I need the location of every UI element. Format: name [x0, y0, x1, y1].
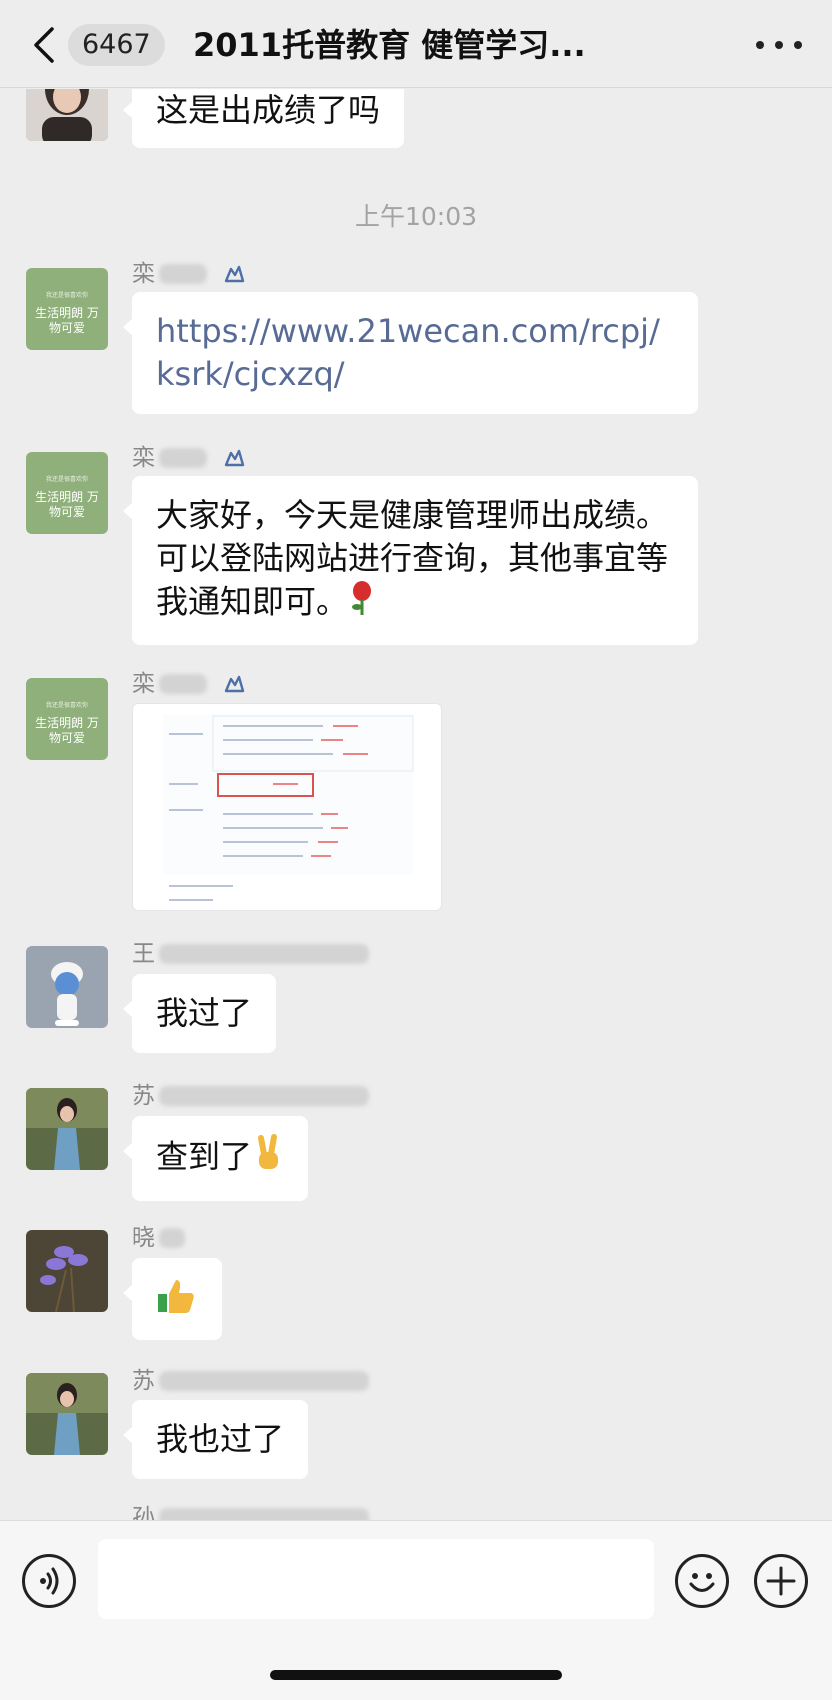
sender-name: 栾	[132, 443, 247, 473]
member-icon	[224, 449, 245, 467]
avatar[interactable]	[26, 1230, 108, 1312]
sender-name: 栾	[132, 259, 247, 289]
sender-name: 王	[132, 939, 369, 969]
chat-header: 6467 2011托普教育 健管学习...	[0, 0, 832, 88]
avatar[interactable]	[26, 89, 108, 141]
message-bubble[interactable]: 我过了	[122, 974, 277, 1053]
thumbs-up-emoji-icon	[156, 1276, 196, 1327]
victory-hand-emoji-icon	[252, 1134, 284, 1183]
avatar[interactable]: 我还是很喜欢你 生活明朗 万物可爱	[26, 452, 108, 534]
unread-count-badge[interactable]: 6467	[68, 24, 165, 66]
message-bubble[interactable]: 这是出成绩了吗	[122, 89, 405, 148]
rose-emoji-icon	[348, 580, 376, 627]
avatar[interactable]: 我还是很喜欢你 生活明朗 万物可爱	[26, 678, 108, 760]
link-message[interactable]: https://www.21wecan.com/rcpj/ksrk/cjcxzq…	[123, 292, 698, 414]
avatar[interactable]	[26, 946, 108, 1028]
plus-icon[interactable]	[754, 1554, 808, 1608]
sender-name: 栾	[132, 669, 247, 699]
avatar[interactable]	[26, 1088, 108, 1170]
chevron-left-icon[interactable]	[30, 26, 60, 64]
member-icon	[224, 675, 245, 693]
image-message[interactable]	[132, 703, 442, 911]
chat-title: 2011托普教育 健管学习...	[193, 26, 586, 64]
sender-name: 苏	[132, 1081, 369, 1111]
sender-name: 苏	[132, 1366, 369, 1396]
message-list[interactable]: 这是出成绩了吗 上午10:03 我还是很喜欢你 生活明朗 万物可爱 栾 https…	[0, 89, 832, 1520]
sender-name: 孙	[132, 1503, 369, 1520]
timestamp: 上午10:03	[354, 202, 478, 231]
voice-icon[interactable]	[22, 1554, 76, 1608]
message-input[interactable]	[98, 1539, 654, 1619]
message-bubble[interactable]: 大家好，今天是健康管理师出成绩。可以登陆网站进行查询，其他事宜等我通知即可。	[123, 476, 698, 645]
emoji-icon[interactable]	[675, 1554, 729, 1608]
more-dots-icon[interactable]	[756, 30, 802, 60]
avatar[interactable]: 我还是很喜欢你 生活明朗 万物可爱	[26, 268, 108, 350]
message-bubble[interactable]: 我也过了	[122, 1400, 309, 1479]
message-bubble[interactable]	[123, 1258, 222, 1340]
sender-name: 晓	[132, 1223, 185, 1253]
member-icon	[224, 265, 245, 283]
home-indicator	[270, 1670, 562, 1680]
avatar[interactable]	[26, 1373, 108, 1455]
message-bubble[interactable]: 查到了	[122, 1116, 309, 1201]
